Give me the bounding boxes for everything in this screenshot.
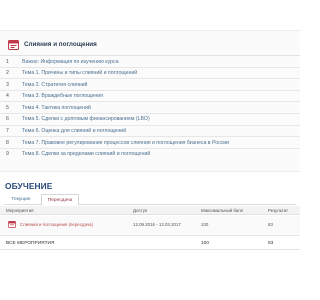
item-number: 3 — [6, 81, 9, 88]
tab-current[interactable]: Текущие — [6, 194, 36, 205]
tab-retake[interactable]: Пересдача — [41, 194, 79, 206]
list-item[interactable]: 2 Тема 1. Причины и типы слияний и поглощ… — [0, 68, 300, 80]
topic-link[interactable]: Тема 4. Тактика поглощений — [22, 105, 91, 111]
course-book-icon — [8, 40, 19, 50]
course-title: Слияния и поглощения — [24, 41, 97, 48]
topic-link[interactable]: Тема 3. Враждебные поглощения — [22, 93, 103, 99]
list-item[interactable]: 7 Тема 6. Оценка для слияний и поглощений — [0, 126, 300, 138]
list-item[interactable]: 4 Тема 3. Враждебные поглощения — [0, 91, 300, 103]
list-item[interactable]: 9 Тема 8. Сделки за пределами слияний и п… — [0, 149, 300, 161]
column-header-result: Результат — [268, 208, 288, 214]
list-item[interactable]: 3 Тема 2. Стратегия слияний — [0, 79, 300, 91]
item-number: 8 — [6, 139, 9, 146]
item-number: 6 — [6, 116, 9, 123]
list-item[interactable]: 8 Тема 7. Правовое регулирование процессо… — [0, 137, 300, 149]
item-number: 9 — [6, 151, 9, 158]
table-header: Мероприятия Доступ Максимальный балл Рез… — [0, 206, 300, 215]
topic-link[interactable]: Тема 5. Сделки с долговым финансирование… — [22, 116, 150, 122]
course-header: Слияния и поглощения — [0, 38, 300, 55]
total-result: 83 — [268, 241, 274, 246]
section-title: ОБУЧЕНИЕ — [5, 181, 53, 191]
item-number: 7 — [6, 128, 9, 135]
result-value: 83 — [268, 221, 273, 227]
column-header-access: Доступ — [133, 208, 148, 214]
item-number: 4 — [6, 93, 9, 100]
topic-link[interactable]: Важно: Информация по изучению курса — [22, 59, 119, 65]
list-item[interactable]: 5 Тема 4. Тактика поглощений — [0, 102, 300, 114]
item-number: 1 — [6, 58, 9, 65]
item-number: 5 — [6, 104, 9, 111]
event-link[interactable]: Слияния и поглощения (пересдача) — [20, 222, 93, 227]
list-item[interactable]: 6 Тема 5. Сделки с долговым финансировани… — [0, 114, 300, 126]
max-score-value: 100 — [201, 221, 209, 227]
topic-link[interactable]: Тема 6. Оценка для слияний и поглощений — [22, 128, 126, 134]
topic-link[interactable]: Тема 1. Причины и типы слияний и поглоще… — [22, 70, 137, 76]
column-header-max-score: Максимальный балл — [201, 208, 244, 214]
course-book-icon — [8, 221, 16, 228]
list-item[interactable]: 1 Важно: Информация по изучению курса — [0, 56, 300, 68]
course-topic-list: 1 Важно: Информация по изучению курса 2 Те… — [0, 56, 300, 160]
tab-bar: Текущие Пересдача — [4, 194, 296, 206]
column-header-events: Мероприятия — [6, 208, 34, 214]
access-period: 12.09.2016 - 12.03.2017 — [133, 221, 181, 227]
item-number: 2 — [6, 70, 9, 77]
table-total-row: ВСЕ МЕРОПРИЯТИЯ 100 83 — [0, 238, 300, 250]
table-row[interactable]: Слияния и поглощения (пересдача) 12.09.2… — [0, 216, 300, 236]
topic-link[interactable]: Тема 2. Стратегия слияний — [22, 82, 87, 88]
total-label: ВСЕ МЕРОПРИЯТИЯ — [6, 241, 55, 246]
topic-link[interactable]: Тема 8. Сделки за пределами слияний и по… — [22, 151, 150, 157]
topic-link[interactable]: Тема 7. Правовое регулирование процессов… — [22, 140, 229, 146]
total-max-score: 100 — [201, 241, 210, 246]
